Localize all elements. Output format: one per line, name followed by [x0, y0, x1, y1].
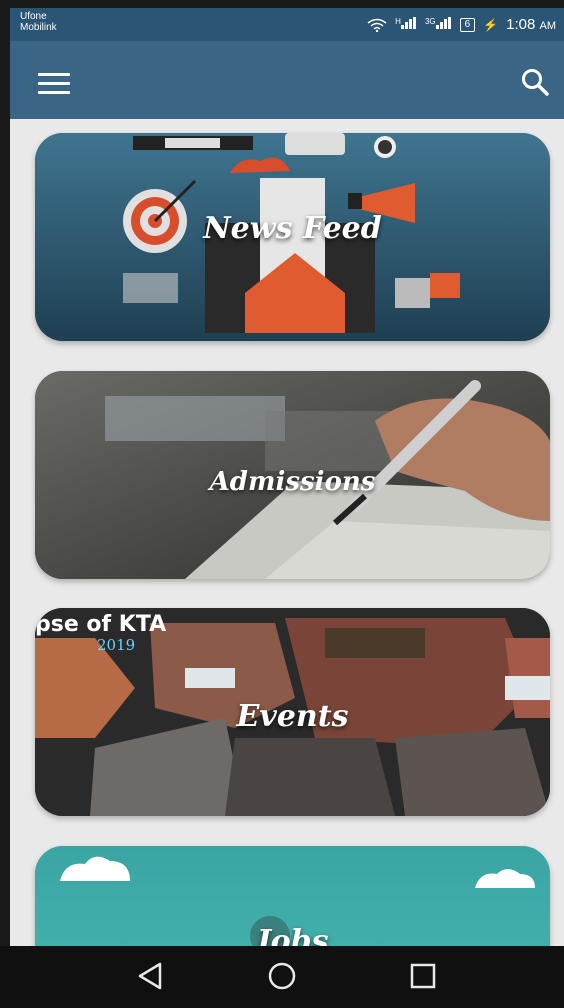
events-card[interactable]: pse of KTA 2019 Events: [35, 608, 550, 816]
recents-square-icon[interactable]: [407, 960, 439, 992]
events-banner-year: 2019: [97, 636, 136, 654]
app-bar: [10, 41, 564, 119]
signal-icon-2: 3G: [425, 17, 452, 32]
back-triangle-icon[interactable]: [136, 960, 168, 992]
carrier-name-1: Ufone: [20, 11, 47, 22]
signal-icon-1: H: [395, 17, 417, 32]
system-nav-bar: [0, 946, 564, 1008]
news-feed-card[interactable]: News Feed: [35, 133, 550, 341]
carrier-info: Ufone Mobilink: [20, 11, 57, 33]
admissions-card[interactable]: Admissions: [35, 371, 550, 579]
battery-icon: 6: [459, 17, 476, 32]
news-feed-label: News Feed: [203, 211, 382, 246]
events-label: Events: [236, 699, 349, 734]
home-circle-icon[interactable]: [266, 960, 298, 992]
events-banner-text: pse of KTA: [35, 612, 167, 637]
status-bar: Ufone Mobilink H 3G 6 ⚡ 1:08 AM: [10, 8, 564, 41]
wifi-icon: [367, 18, 387, 32]
carrier-name-2: Mobilink: [20, 22, 57, 33]
charging-icon: ⚡: [483, 17, 499, 32]
status-icons: H 3G 6 ⚡ 1:08 AM: [367, 16, 556, 33]
clock: 1:08 AM: [506, 16, 556, 33]
admissions-label: Admissions: [209, 467, 376, 497]
hamburger-menu-icon[interactable]: [38, 73, 70, 95]
app-screen: Ufone Mobilink H 3G 6 ⚡ 1:08 AM News Fee…: [10, 8, 564, 1008]
search-icon[interactable]: [520, 67, 550, 97]
